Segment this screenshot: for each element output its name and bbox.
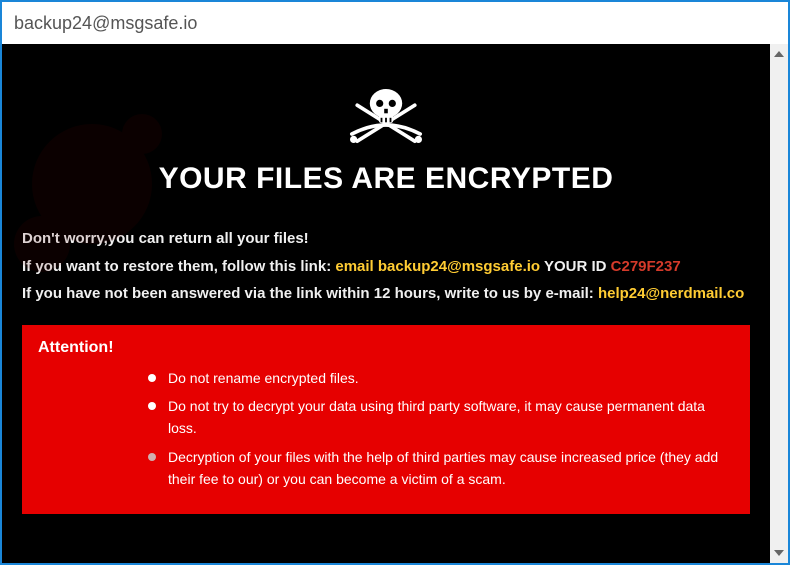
scroll-down-icon[interactable] [773, 547, 785, 559]
vertical-scrollbar[interactable] [770, 44, 788, 563]
contact-email-secondary: help24@nerdmail.co [598, 285, 744, 302]
your-id-label: YOUR ID [540, 258, 611, 275]
msg-line-2-pre: If you want to restore them, follow this… [22, 258, 335, 275]
window-title: backup24@msgsafe.io [14, 13, 197, 34]
msg-line-2: If you want to restore them, follow this… [22, 254, 750, 280]
list-item: Do not try to decrypt your data using th… [148, 395, 734, 440]
contact-email-primary: email backup24@msgsafe.io [335, 258, 540, 275]
attention-bullets: Do not rename encrypted files. Do not tr… [38, 367, 734, 491]
attention-box: Attention! Do not rename encrypted files… [22, 325, 750, 515]
msg-line-3-pre: If you have not been answered via the li… [22, 285, 598, 302]
content-wrap: YOUR FILES ARE ENCRYPTED Don't worry,you… [2, 44, 788, 563]
list-item: Decryption of your files with the help o… [148, 446, 734, 491]
attention-title: Attention! [38, 339, 734, 357]
app-window: backup24@msgsafe.io [0, 0, 790, 565]
titlebar: backup24@msgsafe.io [2, 2, 788, 44]
msg-line-3: If you have not been answered via the li… [22, 281, 750, 307]
ransom-note: YOUR FILES ARE ENCRYPTED Don't worry,you… [2, 44, 770, 563]
victim-id: C279F237 [611, 258, 681, 275]
list-item: Do not rename encrypted files. [148, 367, 734, 389]
msg-line-1: Don't worry,you can return all your file… [22, 226, 750, 252]
message-block: Don't worry,you can return all your file… [22, 226, 750, 307]
headline: YOUR FILES ARE ENCRYPTED [22, 162, 750, 196]
scroll-up-icon[interactable] [773, 48, 785, 60]
skull-swords-icon [341, 80, 431, 152]
